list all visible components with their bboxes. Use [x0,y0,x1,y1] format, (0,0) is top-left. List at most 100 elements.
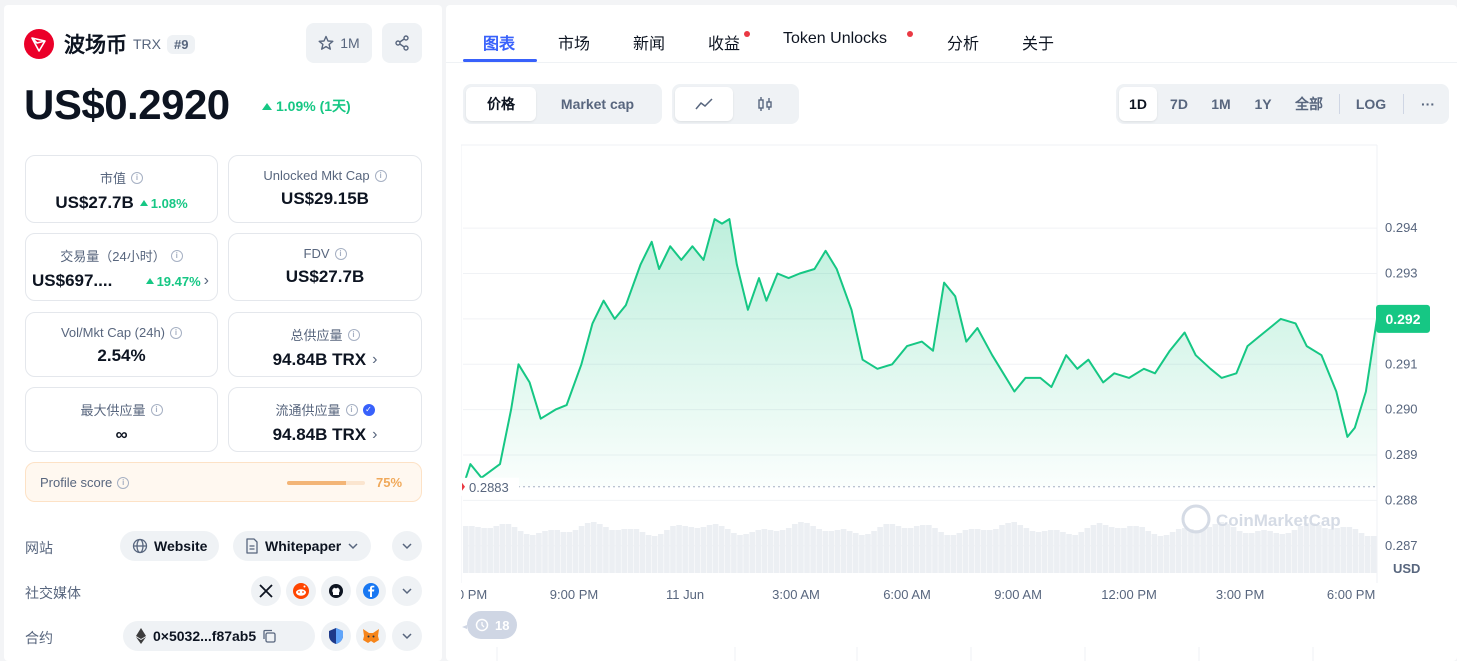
volume-bar [475,527,481,573]
stat-label: 市值 [99,171,126,186]
volume-bar [761,529,768,573]
volume-bar [932,528,938,573]
stat-label: 最大供应量 [80,403,146,418]
info-icon[interactable]: i [347,328,360,341]
price-chart[interactable]: 0.2883 0.2940.2930.2920.2910.2900.2890.2… [439,143,1457,661]
volume-bar [609,530,615,573]
tab-analysis[interactable]: 分析 [947,30,979,54]
watchlist-button[interactable]: 1M [306,23,372,63]
volume-bar [682,526,688,573]
coin-symbol: TRX [133,36,161,52]
volume-bar [1060,532,1066,573]
x-tick-label: 6:00 PM [461,587,487,602]
stat-label: 交易量（24小时） [60,249,166,264]
volume-bar [694,528,701,573]
volume-bar [651,536,658,573]
tab-news[interactable]: 新闻 [633,30,665,54]
volume-bar [1029,531,1036,573]
social-more-button[interactable] [392,576,422,606]
coin-name: 波场币 [64,34,127,57]
divider [1403,94,1404,114]
contract-more-button[interactable] [392,621,422,651]
up-triangle-icon [145,278,154,284]
info-icon[interactable]: i [334,247,347,260]
price-tab[interactable]: 价格 [466,87,536,121]
volume-bar [828,531,835,573]
line-chart-button[interactable] [675,87,733,121]
profile-score-fill [287,481,346,485]
x-axis: 6:00 PM 9:00 PM 11 Jun 3:00 AM 6:00 AM 9:00 A… [439,587,1375,639]
contract-address-button[interactable]: 0×5032...f87ab5 [123,621,315,651]
log-scale-toggle[interactable]: LOG [1348,87,1394,121]
range-1y[interactable]: 1Y [1244,87,1282,121]
volume-bar [792,524,798,573]
up-triangle-icon [262,102,272,110]
volume-bar [633,529,640,573]
ethereum-icon [136,628,146,644]
info-icon[interactable]: i [117,476,130,489]
volume-bar [517,531,524,573]
volume-bar [938,532,944,573]
stat-max-supply: 最大供应量 i ∞ [25,387,218,452]
volume-bar [993,529,999,573]
volume-bar [554,530,560,573]
volume-bar [645,535,652,573]
website-button[interactable]: Website [120,531,220,561]
facebook-button[interactable] [356,576,386,606]
reddit-button[interactable] [286,576,316,606]
more-options-button[interactable]: ··· [1410,87,1446,121]
tab-markets[interactable]: 市场 [558,30,590,54]
volume-bar [1133,526,1139,573]
volume-bar [627,529,634,573]
price-change-1d: 1.09% (1天) [262,96,351,116]
volume-bar [572,530,579,573]
volume-bar [584,523,591,573]
github-button[interactable] [321,576,351,606]
stat-volume-24h[interactable]: 交易量（24小时） i US$697.... 19.47% › [25,233,218,301]
range-1d[interactable]: 1D [1119,87,1157,121]
volume-bar [706,525,713,573]
volume-bar [804,523,810,573]
info-icon[interactable]: i [345,403,358,416]
market-cap-tab[interactable]: Market cap [536,87,659,121]
tab-about[interactable]: 关于 [1022,30,1054,54]
price-chart-svg[interactable]: 0.2883 0.2940.2930.2920.2910.2900.2890.2… [439,143,1457,661]
stat-market-cap: 市值 i US$27.7B 1.08% [25,155,218,223]
volume-bar [773,531,780,573]
volume-bar [1358,533,1365,573]
tab-chart[interactable]: 图表 [483,30,515,54]
share-button[interactable] [382,23,422,63]
stat-label: 流通供应量 [275,403,341,418]
info-icon[interactable]: i [374,169,387,182]
volume-bar [913,526,920,573]
tab-token-unlocks[interactable]: Token Unlocks [783,30,887,48]
volume-bar [1261,530,1267,573]
profile-score[interactable]: Profile score i 75% [25,462,422,502]
shield-button[interactable] [321,621,351,651]
cmc-logo-icon [1181,504,1211,534]
volume-bar [487,528,493,573]
volume-bar [481,528,487,573]
x-twitter-button[interactable] [251,576,281,606]
globe-icon [132,538,148,554]
range-7d[interactable]: 7D [1160,87,1198,121]
info-icon[interactable]: i [131,171,143,184]
tab-yield[interactable]: 收益 [708,30,740,54]
candlestick-chart-button[interactable] [733,87,796,121]
metamask-button[interactable] [356,621,386,651]
website-button-label: Website [154,538,208,554]
info-icon[interactable]: i [170,326,183,339]
info-icon[interactable]: i [150,403,163,416]
stat-total-supply[interactable]: 总供应量 i 94.84B TRX › [228,312,422,377]
x-logo-icon [259,584,273,598]
stat-circulating-supply[interactable]: 流通供应量 i ✓ 94.84B TRX › [228,387,422,452]
range-1m[interactable]: 1M [1202,87,1240,121]
info-icon[interactable]: i [170,249,183,262]
volume-bar [846,531,853,573]
whitepaper-button[interactable]: Whitepaper [233,531,372,561]
website-more-button[interactable] [392,531,422,561]
copy-icon[interactable] [262,629,276,643]
volume-bar [1188,529,1194,573]
stat-value: 94.84B TRX [272,425,367,444]
range-all[interactable]: 全部 [1286,87,1332,121]
